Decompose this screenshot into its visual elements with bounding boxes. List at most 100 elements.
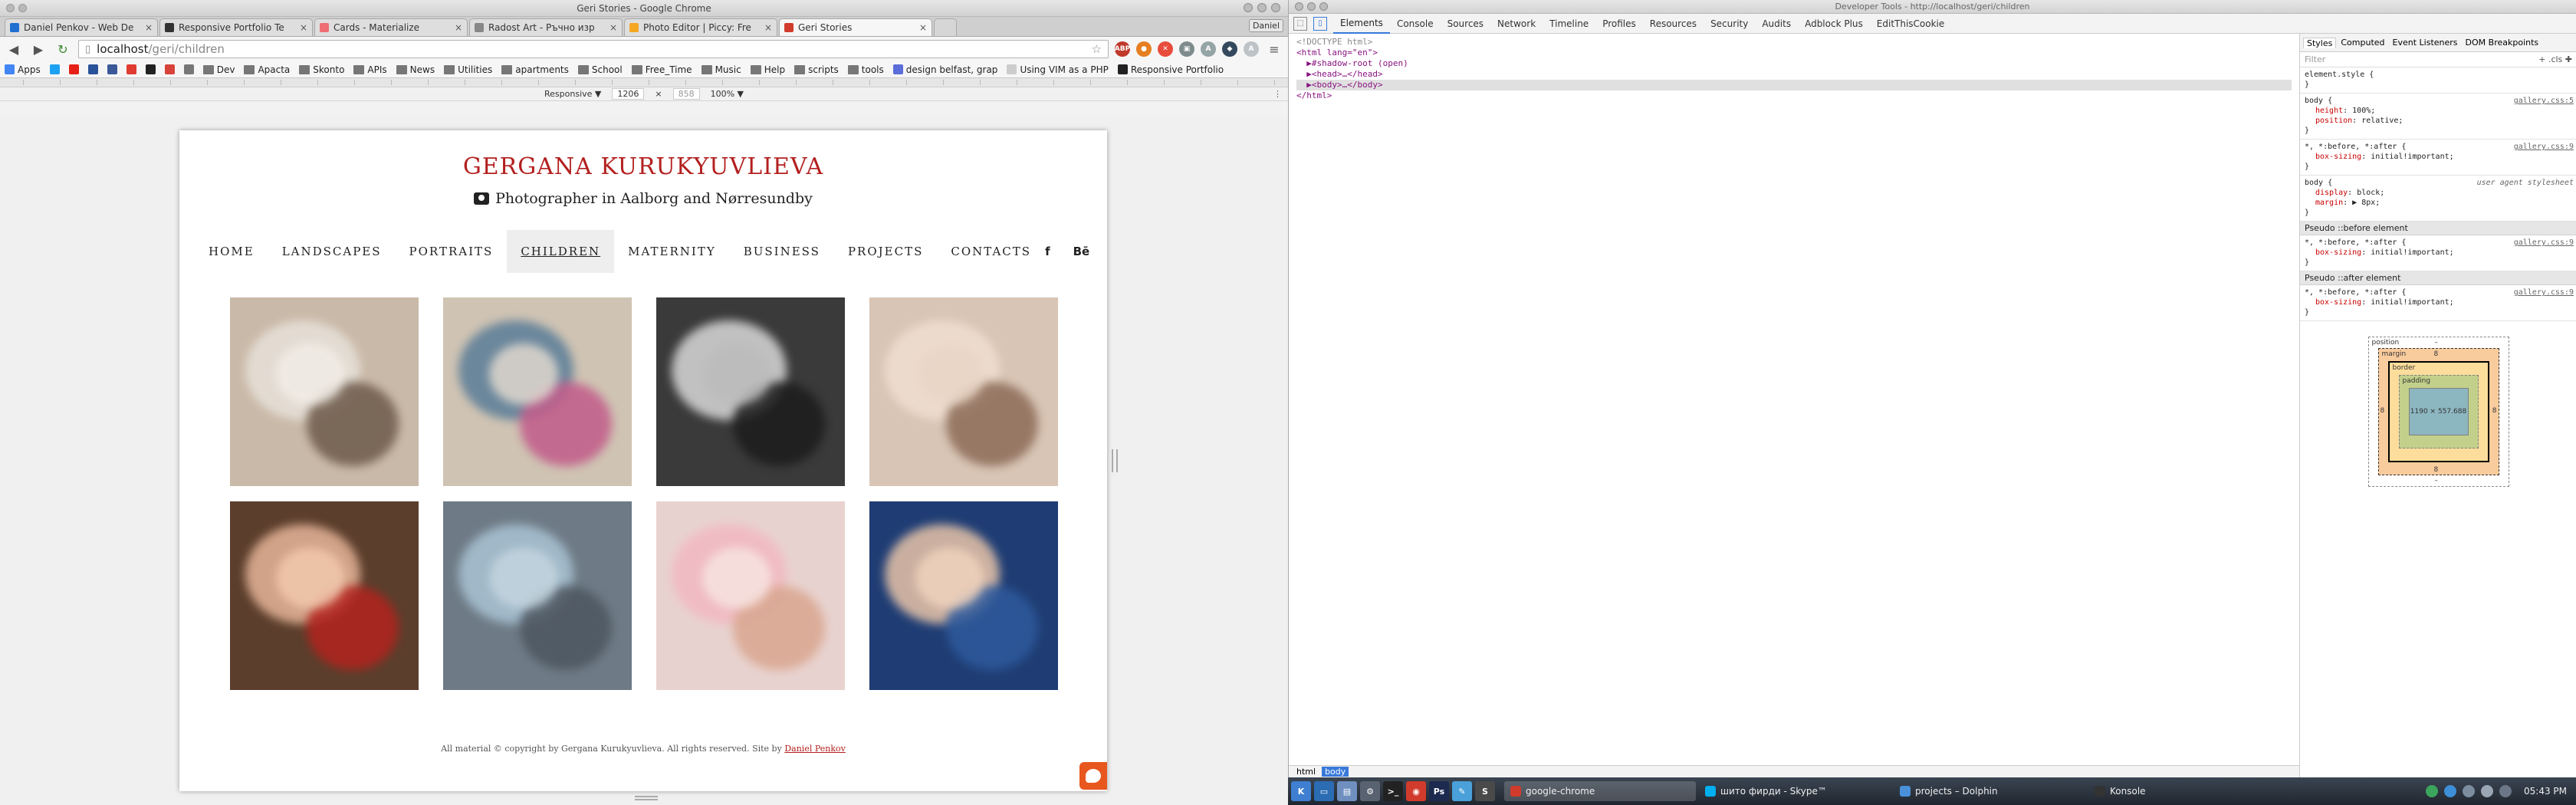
css-rule-source[interactable]: gallery.css:9: [2514, 238, 2574, 248]
styles-filter-tools[interactable]: + .cls ✚: [2538, 54, 2572, 64]
bookmark-item[interactable]: [145, 64, 156, 74]
devtools-tab-security[interactable]: Security: [1704, 14, 1755, 34]
css-rule[interactable]: *, *:before, *:after {gallery.css:9 box-s…: [2300, 235, 2576, 271]
taskbar-task[interactable]: google-chrome: [1504, 781, 1696, 801]
chrome-icon[interactable]: ◉: [1406, 781, 1426, 801]
bookmark-folder[interactable]: Utilities: [444, 64, 492, 75]
forward-button[interactable]: ▶: [29, 40, 48, 58]
kde-menu-icon[interactable]: K: [1291, 781, 1311, 801]
tab-close-icon[interactable]: ×: [145, 22, 153, 33]
address-bar[interactable]: ▯ localhost/geri/children ☆: [78, 40, 1109, 58]
screenshot-extension-icon[interactable]: ▣: [1179, 41, 1194, 57]
photo-baby-red-outfit[interactable]: [230, 501, 419, 690]
viewport-resize-handle-right[interactable]: [1112, 449, 1118, 472]
back-button[interactable]: ◀: [5, 40, 23, 58]
bookmark-item[interactable]: design belfast, grap: [892, 64, 997, 75]
desktop-icon[interactable]: ▭: [1314, 781, 1334, 801]
translate-extension-icon[interactable]: A: [1201, 41, 1216, 57]
device-more-icon[interactable]: ⋮: [1273, 89, 1282, 99]
devtools-tab-audits[interactable]: Audits: [1755, 14, 1798, 34]
behance-icon[interactable]: Bē: [1073, 245, 1090, 258]
bookmark-item[interactable]: [49, 64, 60, 74]
dom-node-line[interactable]: </html>: [1296, 90, 2292, 101]
inspect-element-icon[interactable]: ⬚: [1293, 16, 1307, 31]
dom-node-line[interactable]: ▶<head>…</head>: [1296, 69, 2292, 80]
editor-icon[interactable]: ✎: [1452, 781, 1472, 801]
site-title[interactable]: GERGANA KURUKYUVLIEVA: [179, 153, 1107, 180]
css-rule-source[interactable]: gallery.css:5: [2514, 96, 2574, 106]
tab-close-icon[interactable]: ×: [919, 22, 927, 33]
css-property[interactable]: box-sizing: initial!important;: [2305, 152, 2572, 162]
stop-extension-icon[interactable]: ✕: [1158, 41, 1173, 57]
dom-node-line[interactable]: <!DOCTYPE html>: [1296, 37, 2292, 48]
grey-extension-icon[interactable]: A: [1244, 41, 1259, 57]
browser-tab[interactable]: Radost Art - Ръчно изр ×: [469, 18, 623, 36]
photo-baby-blue-hat[interactable]: [443, 501, 632, 690]
bookmark-star-icon[interactable]: ☆: [1092, 42, 1102, 56]
facebook-icon[interactable]: f: [1045, 245, 1050, 258]
nav-item-maternity[interactable]: MATERNITY: [614, 230, 730, 273]
css-property[interactable]: display: block;: [2305, 188, 2572, 198]
taskbar-clock[interactable]: 05:43 PM: [2518, 786, 2573, 797]
viewport-resize-handle-bottom[interactable]: [635, 796, 658, 800]
device-mode-icon[interactable]: ▯: [1313, 16, 1327, 31]
reload-button[interactable]: ↻: [54, 40, 72, 58]
battery-tray-icon[interactable]: [2499, 785, 2512, 797]
bookmark-folder[interactable]: School: [577, 64, 623, 75]
bookmark-folder[interactable]: Free_Time: [631, 64, 692, 75]
photo-baby-closeup[interactable]: [869, 297, 1058, 486]
window-controls[interactable]: [1244, 3, 1280, 12]
bookmark-folder[interactable]: Apacta: [244, 64, 290, 75]
devtools-tab-sources[interactable]: Sources: [1441, 14, 1490, 34]
bookmark-folder[interactable]: Help: [750, 64, 785, 75]
updates-tray-icon[interactable]: [2444, 785, 2456, 797]
css-rule[interactable]: body {gallery.css:5 height: 100%; position…: [2300, 94, 2576, 140]
nav-item-portraits[interactable]: PORTRAITS: [396, 230, 508, 273]
css-rule[interactable]: *, *:before, *:after {gallery.css:9 box-s…: [2300, 140, 2576, 176]
bookmark-folder[interactable]: Music: [701, 64, 741, 75]
browser-tab[interactable]: Photo Editor | Piccy: Fre ×: [624, 18, 777, 36]
styles-tab-computed[interactable]: Computed: [2338, 38, 2387, 48]
bookmark-folder[interactable]: Dev: [202, 64, 235, 75]
bookmark-item[interactable]: [68, 64, 79, 74]
new-tab-button[interactable]: [934, 18, 957, 36]
styles-tab-dom-breakpoints[interactable]: DOM Breakpoints: [2463, 38, 2542, 48]
css-property[interactable]: position: relative;: [2305, 116, 2572, 126]
nav-item-contacts[interactable]: CONTACTS: [937, 230, 1045, 273]
bookmark-folder[interactable]: Skonto: [299, 64, 344, 75]
terminal-icon[interactable]: >_: [1383, 781, 1403, 801]
chrome-menu-icon[interactable]: ≡: [1265, 40, 1283, 58]
css-rule[interactable]: element.style {}: [2300, 67, 2576, 94]
styles-filter-input[interactable]: Filter + .cls ✚: [2300, 52, 2576, 67]
dom-node-line[interactable]: ▶#shadow-root (open): [1296, 58, 2292, 69]
photo-newborn-sleeping[interactable]: [869, 501, 1058, 690]
dom-node-line[interactable]: <html lang="en">: [1296, 48, 2292, 58]
pocket-extension-icon[interactable]: ◆: [1222, 41, 1237, 57]
device-mode-select[interactable]: Responsive ▼: [544, 89, 601, 99]
css-rule[interactable]: *, *:before, *:after {gallery.css:9 box-s…: [2300, 285, 2576, 321]
device-zoom-select[interactable]: 100% ▼: [711, 89, 744, 99]
css-rule-source[interactable]: gallery.css:9: [2514, 288, 2574, 297]
nav-item-projects[interactable]: PROJECTS: [834, 230, 937, 273]
volume-tray-icon[interactable]: [2481, 785, 2493, 797]
bookmark-folder[interactable]: APIs: [353, 64, 387, 75]
bookmark-item[interactable]: Using VIM as a PHP: [1007, 64, 1109, 75]
maximize-icon[interactable]: [1257, 3, 1267, 12]
cookie-extension-icon[interactable]: ●: [1136, 41, 1152, 57]
devtools-tab-timeline[interactable]: Timeline: [1543, 14, 1595, 34]
tab-close-icon[interactable]: ×: [610, 22, 617, 33]
devtools-tab-profiles[interactable]: Profiles: [1595, 14, 1643, 34]
devtools-tab-editthiscookie[interactable]: EditThisCookie: [1870, 14, 1952, 34]
minimize-icon[interactable]: [1244, 3, 1253, 12]
browser-tab[interactable]: Daniel Penkov - Web De ×: [5, 18, 158, 36]
bookmark-item[interactable]: [126, 64, 136, 74]
nav-item-home[interactable]: HOME: [195, 230, 268, 273]
css-property[interactable]: box-sizing: initial!important;: [2305, 248, 2572, 258]
bookmark-item[interactable]: Responsive Portfolio: [1117, 64, 1224, 75]
breadcrumb-item[interactable]: html: [1293, 767, 1319, 777]
devtools-window-controls[interactable]: [1295, 2, 1328, 11]
css-property[interactable]: height: 100%;: [2305, 106, 2572, 116]
page-info-icon[interactable]: ▯: [85, 44, 90, 55]
css-rule[interactable]: body {user agent stylesheet display: bloc…: [2300, 176, 2576, 222]
tab-close-icon[interactable]: ×: [455, 22, 462, 33]
